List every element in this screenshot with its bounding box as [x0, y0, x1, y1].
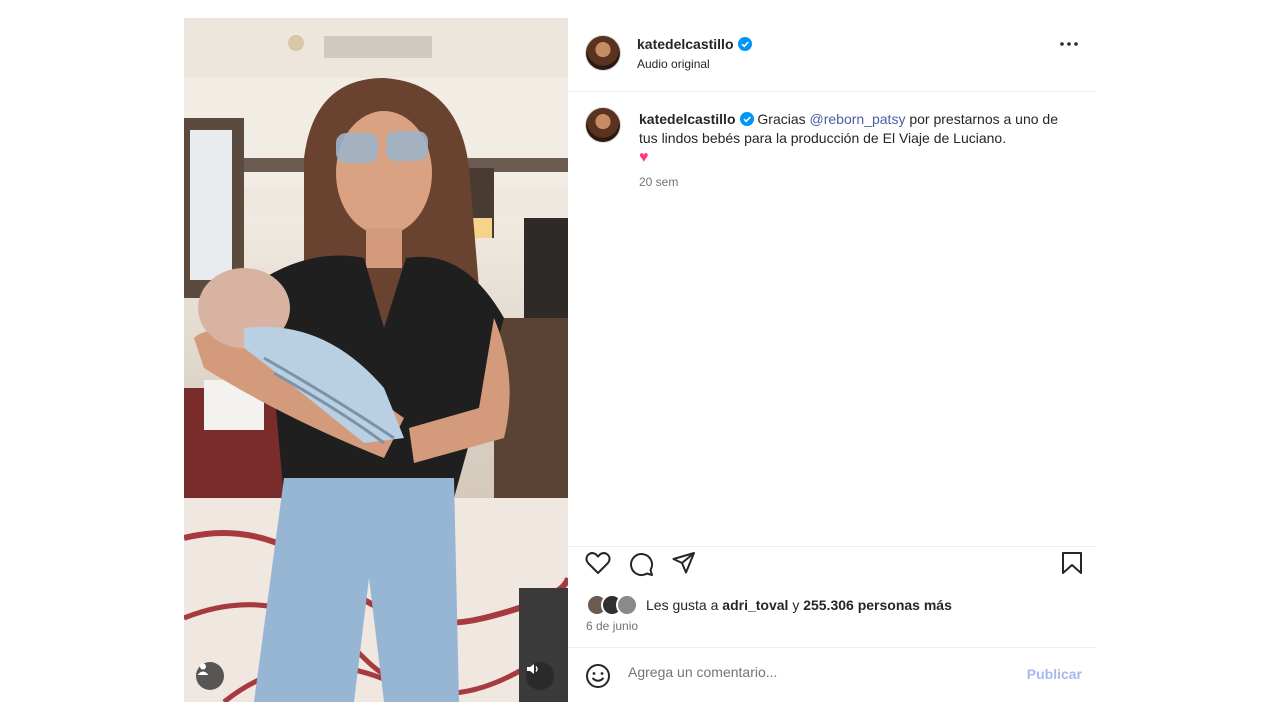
comment-input[interactable]	[628, 664, 988, 680]
media-illustration	[184, 18, 568, 702]
post-panel: katedelcastillo Audio original katedelca…	[568, 18, 1096, 702]
user-tag-button[interactable]	[196, 662, 224, 690]
more-options-icon[interactable]	[1060, 42, 1078, 46]
send-icon[interactable]	[672, 551, 696, 575]
caption-username[interactable]: katedelcastillo	[639, 111, 736, 127]
comment-bar: Publicar	[568, 648, 1096, 702]
smiley-icon[interactable]	[585, 663, 611, 689]
likes-user-link[interactable]: adri_toval	[722, 597, 788, 613]
actions-divider	[568, 546, 1096, 547]
caption-avatar[interactable]	[585, 107, 621, 143]
speaker-icon	[527, 664, 538, 674]
caption-mention-link[interactable]: @reborn_patsy	[810, 111, 906, 127]
heart-icon[interactable]	[585, 551, 611, 575]
caption-time[interactable]: 20 sem	[639, 175, 678, 189]
author-avatar[interactable]	[585, 35, 621, 71]
likes-summary: Les gusta a adri_toval y 255.306 persona…	[586, 594, 952, 616]
likes-prefix: Les gusta a	[646, 597, 719, 613]
publish-button[interactable]: Publicar	[1027, 666, 1082, 682]
header-divider	[568, 91, 1096, 92]
post-date[interactable]: 6 de junio	[586, 619, 638, 633]
post-caption: katedelcastillo Gracias @reborn_patsy po…	[639, 110, 1069, 167]
comment-icon[interactable]	[628, 551, 654, 577]
user-tag-icon	[197, 663, 209, 675]
audio-label[interactable]: Audio original	[637, 57, 710, 71]
bookmark-icon[interactable]	[1061, 551, 1083, 575]
post-media[interactable]	[184, 18, 568, 702]
author-username[interactable]: katedelcastillo	[637, 36, 734, 52]
audio-toggle-button[interactable]	[526, 662, 554, 690]
verified-badge-icon	[739, 112, 754, 126]
verified-badge-icon	[737, 37, 752, 51]
likes-and: y	[792, 597, 800, 613]
heart-emoji: ♥	[639, 149, 649, 166]
likes-count-link[interactable]: 255.306 personas más	[803, 597, 952, 613]
caption-text-before: Gracias	[757, 111, 806, 127]
post-header: katedelcastillo	[637, 36, 752, 54]
liker-avatar[interactable]	[616, 594, 638, 616]
